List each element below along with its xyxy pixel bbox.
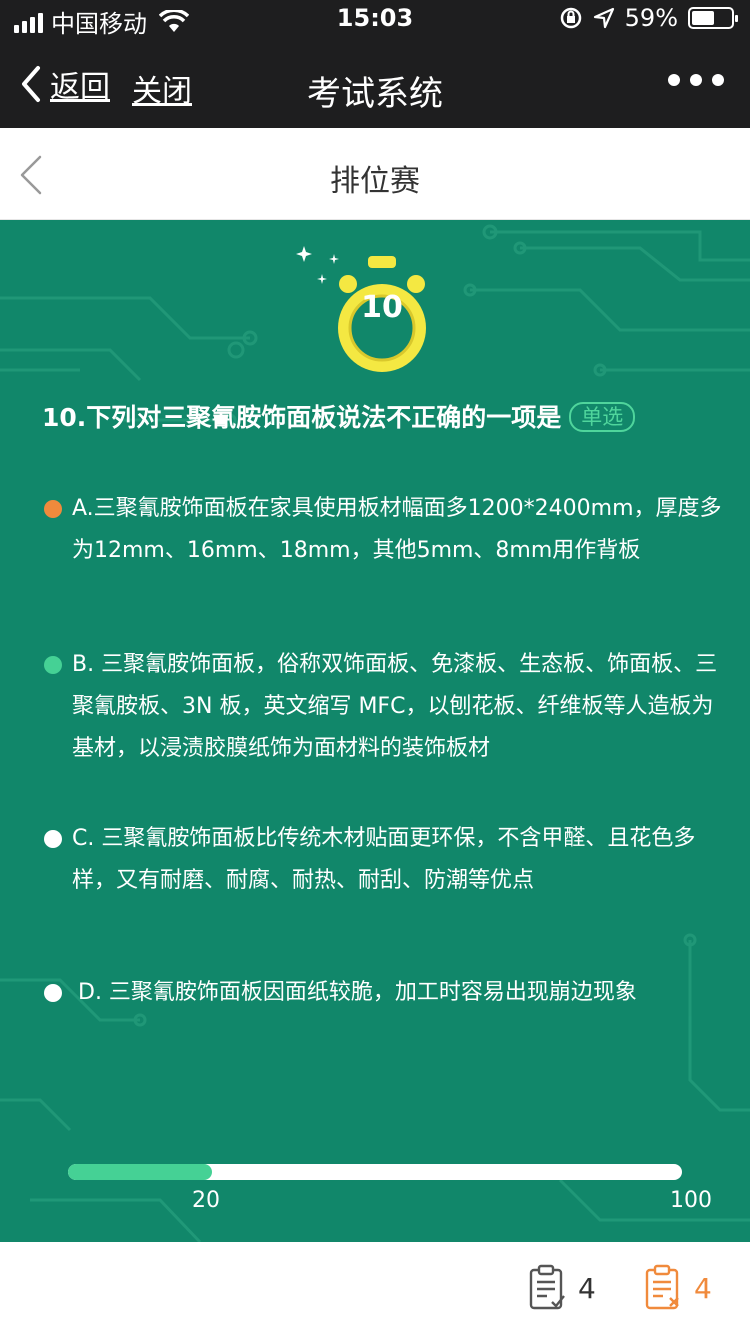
option-a[interactable]: A.三聚氰胺饰面板在家具使用板材幅面多1200*2400mm，厚度多为12mm、… bbox=[42, 488, 722, 572]
option-a-text: A.三聚氰胺饰面板在家具使用板材幅面多1200*2400mm，厚度多为12mm、… bbox=[72, 496, 722, 563]
clipboard-x-icon bbox=[645, 1264, 679, 1310]
status-right: 59% bbox=[559, 4, 738, 32]
option-d-indicator bbox=[44, 984, 62, 1002]
option-a-indicator bbox=[44, 500, 62, 518]
lock-rotation-icon bbox=[560, 7, 581, 29]
page-header: 排位赛 bbox=[0, 128, 750, 220]
option-d[interactable]: D. 三聚氰胺饰面板因面纸较脆，加工时容易出现崩边现象 bbox=[42, 972, 722, 1014]
page-title: 排位赛 bbox=[330, 164, 420, 199]
option-b-indicator bbox=[44, 656, 62, 674]
correct-count: 4 bbox=[578, 1271, 596, 1305]
more-dots-icon bbox=[668, 74, 680, 86]
question-text-block: 10.下列对三聚氰胺饰面板说法不正确的一项是 单选 bbox=[42, 400, 722, 436]
nav-bar: 返回 关闭 考试系统 bbox=[0, 40, 750, 128]
close-button[interactable]: 关闭 bbox=[132, 66, 192, 110]
correct-counter[interactable]: 4 bbox=[528, 1264, 596, 1312]
battery-percent: 59% bbox=[624, 4, 678, 32]
back-label: 返回 bbox=[50, 70, 110, 105]
location-arrow-icon bbox=[593, 7, 614, 29]
more-dots-icon bbox=[712, 74, 724, 86]
more-dots-icon bbox=[690, 74, 702, 86]
question-text: 10.下列对三聚氰胺饰面板说法不正确的一项是 bbox=[42, 403, 562, 432]
chevron-left-icon bbox=[22, 66, 40, 102]
option-c-text: C. 三聚氰胺饰面板比传统木材贴面更环保，不含甲醛、且花色多样，又有耐磨、耐腐、… bbox=[72, 826, 696, 893]
wrong-count: 4 bbox=[694, 1271, 712, 1305]
question-area: 10 10.下列对三聚氰胺饰面板说法不正确的一项是 单选 A.三聚氰胺饰面板在家具… bbox=[0, 220, 750, 1242]
page-back-button[interactable] bbox=[16, 154, 46, 196]
question-type-tag: 单选 bbox=[569, 402, 636, 432]
nav-title: 考试系统 bbox=[307, 74, 443, 114]
clipboard-check-icon bbox=[529, 1264, 565, 1310]
progress-fill bbox=[68, 1164, 213, 1180]
wrong-counter[interactable]: 4 bbox=[644, 1264, 712, 1312]
progress-max-label: 100 bbox=[670, 1188, 712, 1213]
back-button[interactable]: 返回 bbox=[18, 62, 110, 106]
option-b-text: B. 三聚氰胺饰面板，俗称双饰面板、免漆板、生态板、饰面板、三聚氰胺板、3N 板… bbox=[72, 652, 718, 761]
option-c-indicator bbox=[44, 830, 62, 848]
progress-current-label: 20 bbox=[192, 1188, 220, 1213]
option-d-text: D. 三聚氰胺饰面板因面纸较脆，加工时容易出现崩边现象 bbox=[78, 980, 637, 1005]
footer-bar: 4 4 bbox=[0, 1242, 750, 1334]
battery-icon bbox=[688, 7, 738, 29]
option-b[interactable]: B. 三聚氰胺饰面板，俗称双饰面板、免漆板、生态板、饰面板、三聚氰胺板、3N 板… bbox=[42, 644, 722, 770]
battery-level bbox=[692, 11, 715, 25]
more-button[interactable] bbox=[668, 74, 724, 86]
progress-bar bbox=[68, 1164, 682, 1180]
option-c[interactable]: C. 三聚氰胺饰面板比传统木材贴面更环保，不含甲醛、且花色多样，又有耐磨、耐腐、… bbox=[42, 818, 722, 902]
status-bar: 中国移动 15:03 59% bbox=[0, 0, 750, 40]
timer-value: 10 bbox=[361, 290, 403, 325]
